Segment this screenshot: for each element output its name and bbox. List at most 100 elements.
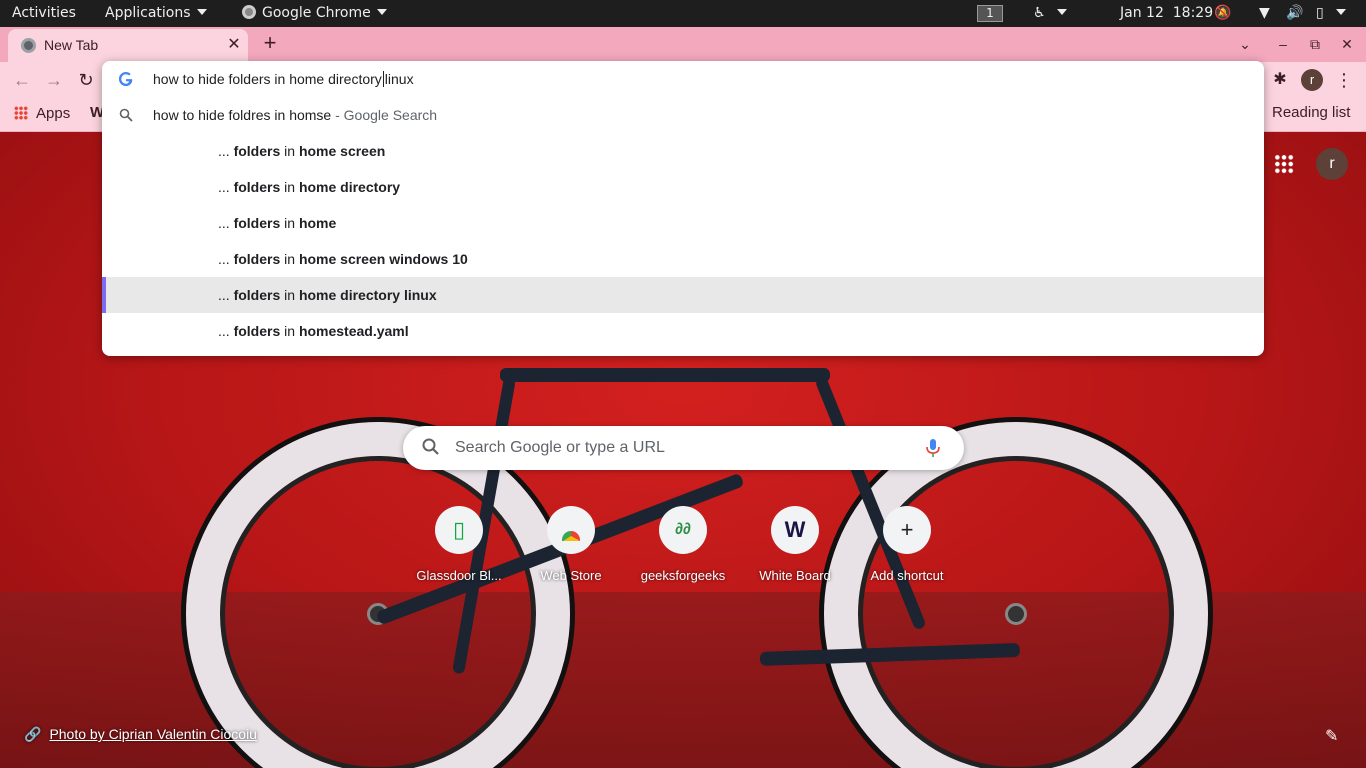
photo-credit-link[interactable]: 🔗 Photo by Ciprian Valentin Ciocoiu xyxy=(24,726,257,743)
shortcut-tile[interactable]: ▯ Glassdoor Bl... xyxy=(403,506,515,596)
ntp-search-box[interactable]: Search Google or type a URL xyxy=(403,426,964,470)
system-menu-chevron-icon[interactable] xyxy=(1336,5,1346,21)
bicycle-frame xyxy=(500,368,830,382)
chrome-icon xyxy=(21,38,36,53)
suggestion-bold: folders xyxy=(233,323,281,339)
suggestion-bold: home xyxy=(298,215,337,231)
suggestion-item-selected[interactable]: ... folders in home directory linux xyxy=(102,277,1264,313)
plus-icon: + xyxy=(883,506,931,554)
chrome-icon xyxy=(242,5,256,19)
text-cursor xyxy=(382,71,384,87)
workspace-indicator[interactable]: 1 xyxy=(977,5,1003,22)
suggestion-bold: folders xyxy=(233,251,281,267)
suggestion-bold: home directory xyxy=(298,179,401,195)
customize-pencil-icon[interactable]: ✎ xyxy=(1325,726,1338,746)
suggestion-item[interactable]: ... folders in homestead.yaml xyxy=(102,313,1264,349)
reload-button[interactable]: ↻ xyxy=(74,68,98,92)
shortcut-label: geeksforgeeks xyxy=(640,568,726,583)
applications-menu[interactable]: Applications xyxy=(105,5,207,21)
suggestion-mid: in xyxy=(280,323,299,339)
suggestion-mid: in xyxy=(280,179,299,195)
clock[interactable]: Jan 12 18:29 xyxy=(1120,5,1213,21)
app-name-label: Google Chrome xyxy=(262,5,371,21)
glassdoor-icon: ▯ xyxy=(435,506,483,554)
google-g-icon xyxy=(119,72,133,86)
suggestion-search[interactable]: how to hide foldres in homse - Google Se… xyxy=(102,97,1264,133)
system-top-bar: Activities Applications Google Chrome 1 … xyxy=(0,0,1366,27)
omnibox-query[interactable]: how to hide folders in home directory lin… xyxy=(153,71,414,87)
chrome-webstore-icon xyxy=(547,506,595,554)
accessibility-icon[interactable]: ♿ xyxy=(1033,5,1046,21)
suggestion-bold: folders xyxy=(233,179,281,195)
puzzle-icon[interactable]: ✱ xyxy=(1270,69,1290,91)
reading-list-button[interactable]: Reading list xyxy=(1272,104,1350,121)
chrome-menu-button[interactable]: ⋮ xyxy=(1335,68,1353,92)
chevron-down-icon xyxy=(376,9,387,15)
suggestion-prefix: ... xyxy=(218,251,234,267)
photo-credit-text: Photo by Ciprian Valentin Ciocoiu xyxy=(49,726,257,742)
shortcut-tile[interactable]: Web Store xyxy=(515,506,627,596)
shortcut-label: Glassdoor Bl... xyxy=(416,568,502,583)
minimize-button[interactable]: – xyxy=(1272,31,1294,57)
volume-icon[interactable]: 🔊 xyxy=(1286,5,1303,21)
suggestion-mid: in xyxy=(280,287,299,303)
profile-avatar[interactable]: r xyxy=(1301,69,1323,91)
forward-button[interactable]: → xyxy=(42,68,66,92)
add-shortcut-button[interactable]: + Add shortcut xyxy=(851,506,963,596)
suggestion-mid: in xyxy=(280,143,299,159)
query-text-before-cursor: how to hide folders in home directory xyxy=(153,71,382,87)
chevron-down-icon[interactable] xyxy=(1057,5,1067,21)
date-label: Jan 12 xyxy=(1120,5,1164,21)
microphone-icon[interactable] xyxy=(923,437,943,459)
notifications-off-icon: 🔕 xyxy=(1214,5,1232,21)
omnibox-input[interactable]: how to hide folders in home directory lin… xyxy=(102,61,1264,97)
suggestion-prefix: ... xyxy=(218,287,234,303)
suggestion-item[interactable]: ... folders in home directory xyxy=(102,169,1264,205)
search-placeholder: Search Google or type a URL xyxy=(455,439,665,456)
suggestion-text: how to hide foldres in homse xyxy=(153,107,332,123)
applications-label: Applications xyxy=(105,5,191,21)
shortcut-label: White Board xyxy=(759,568,831,583)
search-icon xyxy=(119,108,133,122)
new-tab-button[interactable]: + xyxy=(258,31,282,57)
suggestion-suffix: - Google Search xyxy=(331,107,438,123)
w-icon: W xyxy=(771,506,819,554)
wifi-icon[interactable]: ▼ xyxy=(1259,5,1270,21)
time-label: 18:29 xyxy=(1172,5,1214,21)
apps-label: Apps xyxy=(36,105,71,122)
suggestion-prefix: ... xyxy=(218,215,234,231)
tab-search-icon[interactable]: ⌄ xyxy=(1234,31,1256,57)
suggestion-prefix: ... xyxy=(218,143,234,159)
bookmark-apps[interactable]: Apps xyxy=(14,105,70,122)
activities-button[interactable]: Activities xyxy=(12,5,76,21)
ntp-profile-avatar[interactable]: r xyxy=(1316,148,1348,180)
suggestion-bold: homestead.yaml xyxy=(298,323,409,339)
geeksforgeeks-icon: ∂∂ xyxy=(659,506,707,554)
suggestion-prefix: ... xyxy=(218,323,234,339)
back-button[interactable]: ← xyxy=(10,68,34,92)
google-apps-icon[interactable] xyxy=(1274,154,1294,174)
app-menu-chrome[interactable]: Google Chrome xyxy=(242,5,387,21)
suggestion-bold: folders xyxy=(233,215,281,231)
close-window-button[interactable]: ✕ xyxy=(1336,31,1358,57)
suggestion-bold: home directory linux xyxy=(298,287,437,303)
tab-new-tab[interactable]: New Tab ✕ xyxy=(8,29,248,62)
suggestion-mid: in xyxy=(280,251,299,267)
shortcut-tile[interactable]: W White Board xyxy=(739,506,851,596)
suggestion-item[interactable]: ... folders in home screen xyxy=(102,133,1264,169)
shortcut-tile[interactable]: ∂∂ geeksforgeeks xyxy=(627,506,739,596)
chevron-down-icon xyxy=(196,9,207,15)
shortcut-label: Web Store xyxy=(540,568,602,583)
tab-title: New Tab xyxy=(44,37,99,53)
close-tab-icon[interactable]: ✕ xyxy=(224,33,244,57)
battery-icon[interactable]: ▯ xyxy=(1316,5,1324,21)
suggestion-item[interactable]: ... folders in home xyxy=(102,205,1264,241)
suggestion-bold: home screen xyxy=(298,143,386,159)
suggestion-mid: in xyxy=(280,215,299,231)
suggestion-bold: home screen windows 10 xyxy=(298,251,468,267)
suggestion-prefix: ... xyxy=(218,179,234,195)
apps-grid-icon xyxy=(14,106,28,120)
suggestion-item[interactable]: ... folders in home screen windows 10 xyxy=(102,241,1264,277)
maximize-button[interactable]: ⧉ xyxy=(1304,31,1326,57)
search-icon xyxy=(422,438,439,455)
